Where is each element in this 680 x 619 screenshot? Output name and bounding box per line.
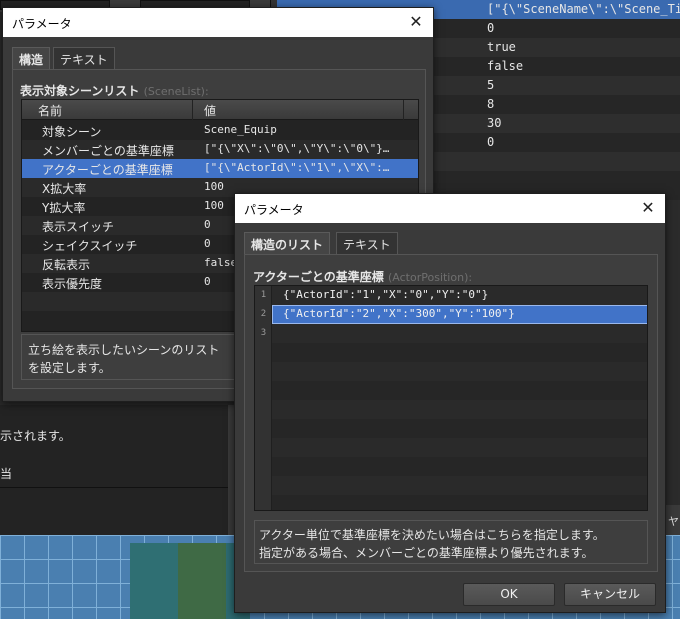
column-divider[interactable]	[403, 100, 404, 120]
list-row-blank	[272, 343, 647, 362]
line-number: 1	[260, 290, 267, 300]
background-row-value: ["{\"SceneName\":\"Scene_Title	[487, 2, 680, 16]
background-help-text: 当	[0, 467, 13, 481]
background-row-value: 0	[487, 135, 495, 149]
list-item[interactable]: {"ActorId":"1","X":"0","Y":"0"}	[272, 286, 647, 305]
field-caption: 表示対象シーンリスト (SceneList):	[20, 82, 209, 99]
background-row-value: 0	[487, 21, 495, 35]
caption-hint: (ActorPosition):	[388, 271, 473, 284]
parameter-dialog-actor-position: パラメータ ✕ 構造のリスト テキスト アクターごとの基準座標 (ActorPo…	[234, 193, 666, 613]
list-row-blank	[272, 438, 647, 457]
dialog-titlebar[interactable]: パラメータ ✕	[235, 194, 665, 223]
list-item-text: {"ActorId":"2","X":"300","Y":"100"}	[283, 307, 515, 320]
list-row-blank	[272, 495, 647, 510]
dialog-title: パラメータ	[12, 17, 72, 31]
tile-waterfall[interactable]	[130, 543, 178, 619]
row-name: 表示優先度	[42, 277, 103, 291]
background-row-value: 8	[487, 97, 495, 111]
grid-row[interactable]: 対象シーン Scene_Equip	[22, 121, 418, 140]
tab-structure[interactable]: 構造	[12, 47, 51, 69]
column-header-value[interactable]: 値	[204, 102, 216, 119]
list-row-blank	[272, 476, 647, 495]
row-name: 反転表示	[42, 258, 91, 272]
row-name: シェイクスイッチ	[42, 239, 138, 253]
description-line: を設定します。	[28, 361, 111, 375]
description-line: アクター単位で基準座標を決めたい場合はこちらを指定します。	[259, 528, 605, 542]
tab-structure-list[interactable]: 構造のリスト	[244, 232, 331, 254]
row-name: X拡大率	[42, 182, 87, 196]
list-item-selected[interactable]: {"ActorId":"2","X":"300","Y":"100"}	[272, 305, 647, 324]
dialog-titlebar[interactable]: パラメータ ✕	[3, 8, 433, 37]
tab-text[interactable]: テキスト	[53, 47, 115, 69]
cancel-button[interactable]: キャンセル	[564, 583, 656, 606]
grid-row[interactable]: メンバーごとの基準座標 ["{\"X\":\"0\",\"Y\":\"0\"}…	[22, 140, 418, 159]
ok-button[interactable]: OK	[463, 583, 555, 606]
close-icon[interactable]: ✕	[405, 11, 427, 33]
row-name: メンバーごとの基準座標	[42, 144, 174, 158]
row-name: Y拡大率	[42, 201, 86, 215]
description-line: 立ち絵を表示したいシーンのリスト	[28, 343, 220, 357]
row-value: 100	[204, 180, 224, 193]
background-edge-button[interactable]: ヤ	[666, 505, 680, 535]
column-divider[interactable]	[192, 100, 193, 120]
list-item-text: {"ActorId":"1","X":"0","Y":"0"}	[283, 288, 489, 301]
background-row-value: 5	[487, 78, 495, 92]
line-number: 3	[260, 328, 267, 338]
column-header-name[interactable]: 名前	[38, 102, 62, 119]
description-line: 指定がある場合、メンバーごとの基準座標より優先されます。	[259, 546, 594, 560]
background-row-value: false	[487, 59, 524, 73]
grid-header: 名前 値	[22, 100, 418, 120]
grid-row-selected[interactable]: アクターごとの基準座標 ["{\"ActorId\":\"1\",\"X\":…	[22, 159, 418, 178]
row-value: Scene_Equip	[204, 123, 277, 136]
description-box: アクター単位で基準座標を決めたい場合はこちらを指定します。 指定がある場合、メン…	[254, 520, 648, 564]
line-number-gutter	[255, 286, 272, 510]
background-help-text: 示されます。	[0, 429, 71, 443]
background-row-value: 30	[487, 116, 502, 130]
row-name: 表示スイッチ	[42, 220, 115, 234]
row-name: 対象シーン	[42, 125, 102, 139]
tab-text[interactable]: テキスト	[336, 232, 398, 254]
background-edge-label: ヤ	[668, 515, 679, 528]
list-row-blank	[272, 381, 647, 400]
field-caption: アクターごとの基準座標 (ActorPosition):	[253, 268, 472, 285]
divider	[0, 487, 240, 488]
close-icon[interactable]: ✕	[637, 197, 659, 219]
row-value: ["{\"ActorId\":\"1\",\"X\":…	[204, 161, 390, 174]
structure-list: 1 2 3 {"ActorId":"1","X":"0","Y":"0"} {"…	[254, 285, 648, 511]
list-row-blank	[272, 457, 647, 476]
dialog-title: パラメータ	[244, 203, 304, 217]
caption-hint: (SceneList):	[143, 85, 209, 98]
background-row-value: true	[487, 40, 516, 54]
background-help-area: 示されます。 当	[0, 405, 240, 535]
list-row-blank	[272, 419, 647, 438]
list-item-empty[interactable]	[272, 324, 647, 343]
caption-label: アクターごとの基準座標	[253, 270, 384, 284]
caption-label: 表示対象シーンリスト	[20, 84, 140, 98]
list-row-blank	[272, 400, 647, 419]
line-number: 2	[260, 309, 267, 319]
row-name: アクターごとの基準座標	[42, 163, 173, 177]
tile-grass[interactable]	[178, 543, 226, 619]
list-row-blank	[272, 362, 647, 381]
row-value: ["{\"X\":\"0\",\"Y\":\"0\"}…	[204, 142, 390, 155]
